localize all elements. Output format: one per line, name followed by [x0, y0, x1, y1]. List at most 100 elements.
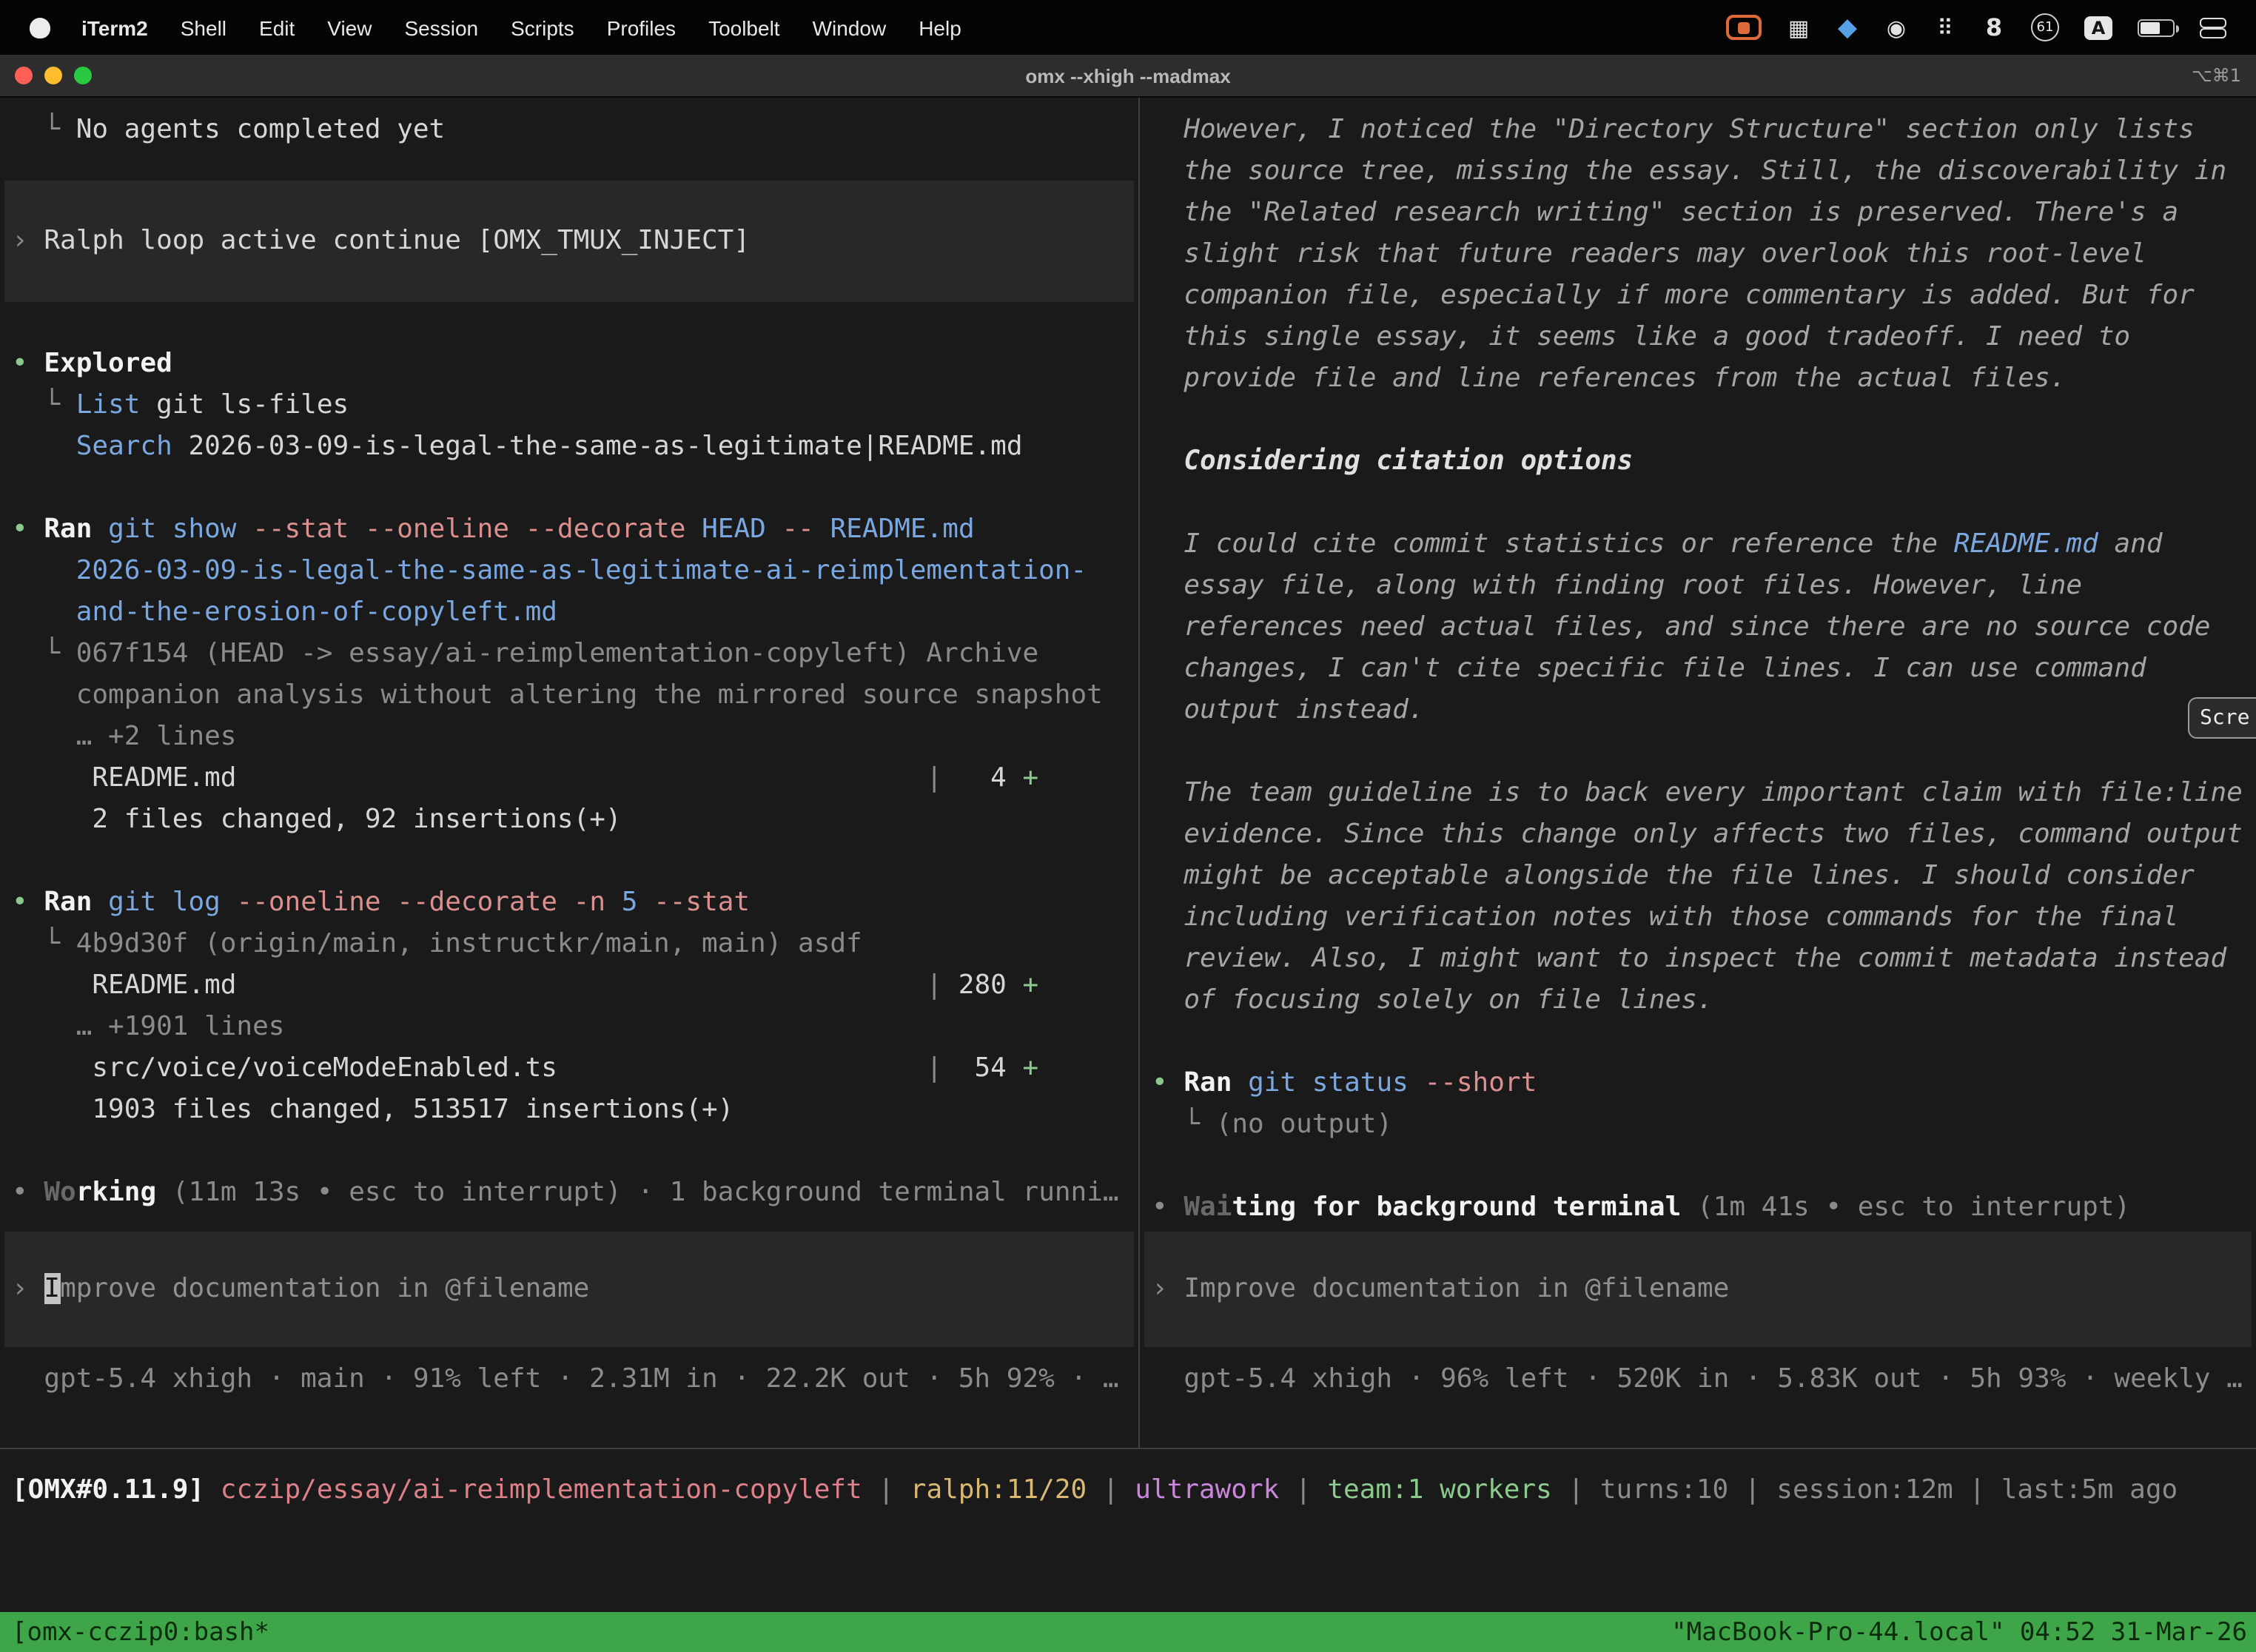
screen-recording-indicator[interactable]: [1726, 15, 1762, 40]
prompt-input-right[interactable]: › Improve documentation in @filename: [1144, 1232, 2252, 1347]
text-segment: ting for background terminal: [1232, 1192, 1681, 1223]
terminal-line: companion file, especially if more comme…: [1140, 275, 2256, 317]
text-segment: Wo: [44, 1177, 75, 1208]
menu-item-shell[interactable]: Shell: [164, 16, 243, 39]
spacer: [1140, 1021, 2256, 1063]
grid-icon[interactable]: ▦: [1787, 13, 1810, 42]
text-segment: [1232, 1067, 1248, 1098]
input-source-icon[interactable]: A: [2084, 16, 2112, 39]
gauge-61-icon[interactable]: 61: [2031, 13, 2059, 41]
spacer: [0, 1131, 1138, 1172]
terminal-line: of focusing solely on file lines.: [1140, 980, 2256, 1021]
tmux-statusbar: [omx-cczip0:bash* "MacBook-Pro-44.local"…: [0, 1612, 2256, 1652]
window-titlebar[interactable]: omx --xhigh --madmax ⌥⌘1: [0, 55, 2256, 98]
text-segment: •: [1152, 1067, 1184, 1098]
menu-app-name[interactable]: iTerm2: [65, 16, 164, 39]
close-button[interactable]: [15, 67, 33, 84]
terminal-line: this single essay, it seems like a good …: [1140, 317, 2256, 358]
app-icon-8[interactable]: 8: [1982, 13, 2006, 42]
terminal-line: Search 2026-03-09-is-legal-the-same-as-l…: [0, 426, 1138, 468]
text-segment: [12, 431, 76, 462]
text-segment: └ 067f154 (HEAD -> essay/ai-reimplementa…: [12, 638, 1038, 669]
tmux-session-label: [omx-cczip0:bash*: [0, 1617, 269, 1647]
text-segment: └: [12, 389, 76, 420]
menu-item-scripts[interactable]: Scripts: [494, 16, 591, 39]
text-segment: 280: [942, 970, 1022, 1001]
terminal-line: • Ran git log --oneline --decorate -n 5 …: [0, 882, 1138, 924]
text-segment: slight risk that future readers may over…: [1152, 238, 2146, 269]
text-segment: |: [1279, 1474, 1327, 1505]
text-segment: (11m 13s • esc to interrupt): [172, 1177, 622, 1208]
text-segment: 2026-03-09-is-legal-the-same-as-legitima…: [172, 431, 1023, 462]
terminal-line: README.md | 4 +: [0, 758, 1138, 799]
terminal-line: • Waiting for background terminal (1m 41…: [1140, 1187, 2256, 1229]
text-segment: this single essay, it seems like a good …: [1152, 321, 2130, 352]
text-segment: I could cite commit statistics or refere…: [1152, 528, 1954, 560]
menu-item-profiles[interactable]: Profiles: [591, 16, 692, 39]
prompt-input-left[interactable]: › Improve documentation in @filename: [4, 1232, 1134, 1347]
pane-right-bottom: › Improve documentation in @filename gpt…: [1140, 1232, 2256, 1448]
menu-item-help[interactable]: Help: [902, 16, 978, 39]
text-segment: ›: [1152, 1273, 1184, 1304]
battery-icon[interactable]: [2138, 19, 2175, 36]
text-segment: [92, 887, 108, 918]
terminal-line: 2 files changed, 92 insertions(+): [0, 799, 1138, 841]
dots-grid-icon[interactable]: ⠿: [1933, 13, 1957, 42]
text-segment: essay file, along with finding root file…: [1152, 570, 2082, 601]
text-segment: and-the-erosion-of-copyleft.md: [12, 597, 557, 628]
menu-item-window[interactable]: Window: [796, 16, 903, 39]
text-segment: |: [557, 1052, 942, 1084]
spacer: [1140, 400, 2256, 441]
pane-left[interactable]: └ No agents completed yet› Ralph loop ac…: [0, 98, 1140, 1448]
ralph-loop-banner[interactable]: › Ralph loop active continue [OMX_TMUX_I…: [4, 181, 1134, 302]
text-segment: Considering citation options: [1152, 446, 1633, 477]
text-segment: +: [1023, 1052, 1039, 1084]
text-segment: gpt-5.4 xhigh · 96% left · 520K in · 5.8…: [1152, 1363, 2243, 1394]
minimize-button[interactable]: [44, 67, 62, 84]
text-segment: git log: [108, 887, 221, 918]
text-segment: Ralph loop active continue [OMX_TMUX_INJ…: [44, 225, 750, 256]
text-segment: Ran: [44, 514, 92, 545]
text-segment: README.md: [12, 762, 236, 793]
text-segment: [814, 514, 830, 545]
zoom-button[interactable]: [74, 67, 92, 84]
terminal-line: • Ran git status --short: [1140, 1063, 2256, 1104]
text-segment: git show: [108, 514, 236, 545]
terminal-line: └ 4b9d30f (origin/main, instructkr/main,…: [0, 924, 1138, 965]
text-segment: └ (no output): [1152, 1109, 1392, 1140]
pane-right[interactable]: However, I noticed the "Directory Struct…: [1140, 98, 2256, 1448]
menu-item-edit[interactable]: Edit: [243, 16, 311, 39]
terminal-line: README.md | 280 +: [0, 965, 1138, 1007]
text-segment: Ran: [1184, 1067, 1232, 1098]
text-segment: 1903 files changed, 513517 insertions(+): [12, 1094, 733, 1125]
text-segment: [637, 887, 654, 918]
terminal-line: └ (no output): [1140, 1104, 2256, 1146]
terminal-line: output instead.: [1140, 690, 2256, 731]
text-segment: --stat --oneline --decorate: [252, 514, 685, 545]
text-segment: companion file, especially if more comme…: [1152, 280, 2195, 311]
screen: iTerm2 ShellEditViewSessionScriptsProfil…: [0, 0, 2256, 1652]
terminal-line: might be acceptable alongside the file l…: [1140, 856, 2256, 897]
menu-item-toolbelt[interactable]: Toolbelt: [692, 16, 796, 39]
terminal-line: the "Related research writing" section i…: [1140, 192, 2256, 234]
model-status-right: gpt-5.4 xhigh · 96% left · 520K in · 5.8…: [1140, 1359, 2256, 1400]
terminal-line: the source tree, missing the essay. Stil…: [1140, 151, 2256, 192]
menu-items: ShellEditViewSessionScriptsProfilesToolb…: [164, 16, 978, 39]
text-segment: 2026-03-09-is-legal-the-same-as-legitima…: [12, 555, 1087, 586]
text-segment: gpt-5.4 xhigh · main · 91% left · 2.31M …: [12, 1363, 1119, 1394]
screen-share-button[interactable]: Scre: [2188, 697, 2256, 739]
apple-menu-icon[interactable]: [30, 17, 50, 38]
control-center-icon[interactable]: [2200, 17, 2226, 38]
app-icon-round[interactable]: ◉: [1884, 13, 1908, 42]
text-segment: git ls-files: [140, 389, 349, 420]
text-segment: 54: [942, 1052, 1022, 1084]
menu-item-view[interactable]: View: [311, 16, 388, 39]
text-segment: Explored: [44, 348, 172, 379]
text-segment: +: [1022, 970, 1038, 1001]
menu-item-session[interactable]: Session: [388, 16, 494, 39]
text-segment: ›: [12, 1273, 44, 1304]
window-title: omx --xhigh --madmax: [0, 64, 2256, 87]
terminal-line: slight risk that future readers may over…: [1140, 234, 2256, 275]
app-icon-blue[interactable]: ◆: [1836, 13, 1859, 42]
text-segment: --oneline --decorate -n: [237, 887, 606, 918]
